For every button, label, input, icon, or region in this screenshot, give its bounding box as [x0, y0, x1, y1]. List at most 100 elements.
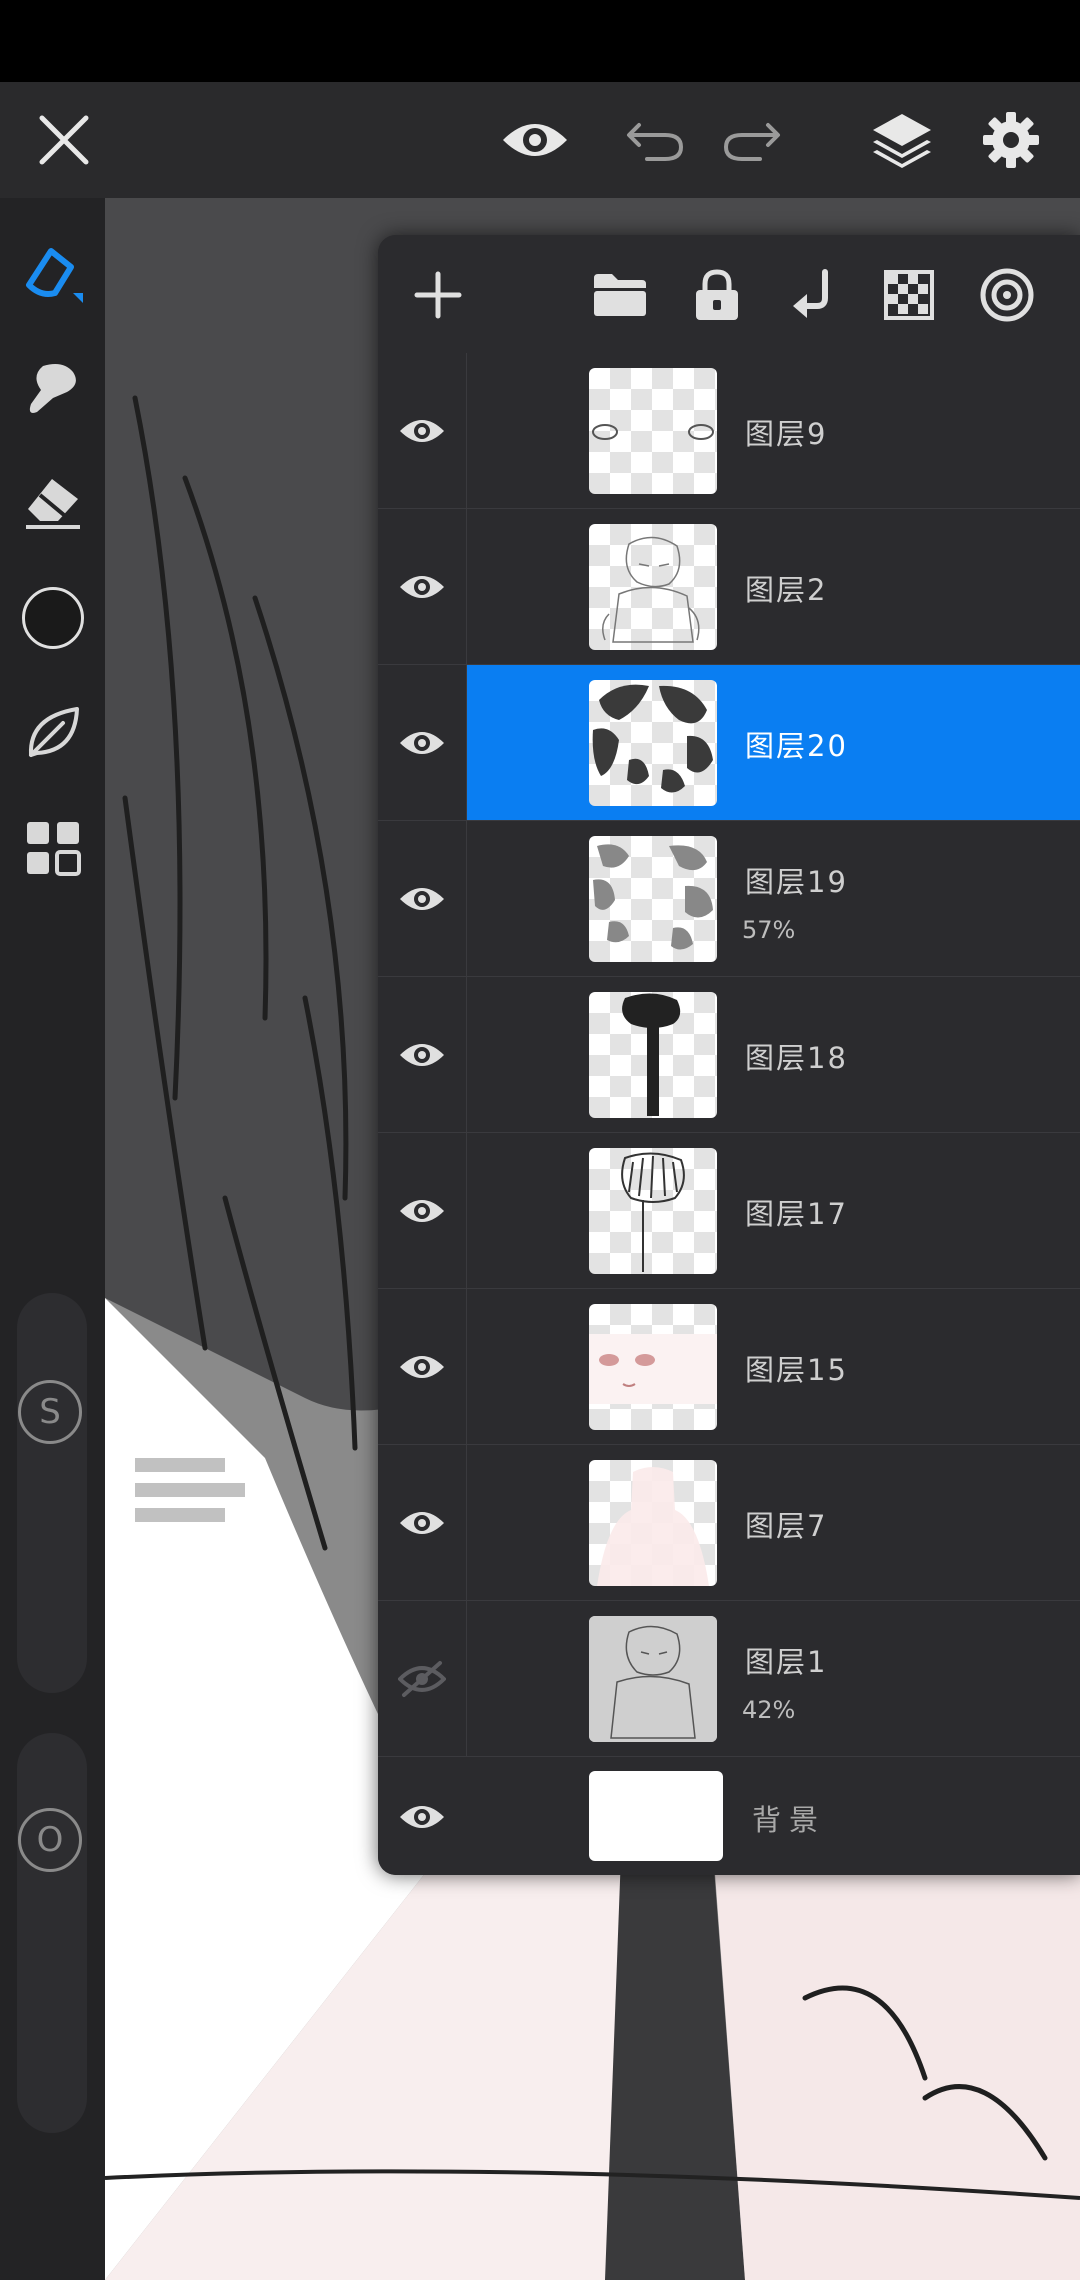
preview-button[interactable]: [485, 82, 585, 198]
layer-visibility-toggle[interactable]: [378, 821, 467, 976]
eye-icon: [400, 419, 444, 442]
brush-size-slider[interactable]: [17, 1293, 87, 1693]
layer-thumbnail: [589, 1460, 717, 1586]
undo-button[interactable]: [605, 82, 705, 198]
eye-icon: [400, 1199, 444, 1222]
brush-size-label: S: [18, 1380, 82, 1444]
layer-name: 图层7: [745, 1509, 828, 1543]
layer-thumbnail: [589, 1148, 717, 1274]
settings-button[interactable]: [961, 82, 1061, 198]
layer-mode-button[interactable]: [965, 253, 1049, 337]
eye-icon: [400, 731, 444, 754]
layer-row: 图层2: [378, 509, 1080, 665]
layer-row: 图层1 42%: [378, 1601, 1080, 1757]
layer-row: 图层19 57%: [378, 821, 1080, 977]
lock-icon: [696, 269, 738, 320]
undo-icon: [627, 123, 684, 161]
eye-icon: [400, 887, 444, 910]
transparency-lock-button[interactable]: [867, 253, 951, 337]
layer-name: 图层9: [745, 417, 828, 451]
layer-visibility-toggle[interactable]: [378, 509, 467, 664]
close-button[interactable]: [14, 82, 114, 198]
layer-visibility-toggle[interactable]: [378, 1445, 467, 1600]
target-icon: [980, 268, 1034, 322]
merge-down-button[interactable]: [771, 253, 855, 337]
eraser-icon: [25, 479, 80, 529]
layer-row: 图层15: [378, 1289, 1080, 1445]
layer-row: 图层9: [378, 353, 1080, 509]
layer-visibility-toggle[interactable]: [378, 353, 467, 508]
layer-opacity: 42%: [742, 1696, 796, 1724]
layer-name: 图层1: [745, 1645, 828, 1679]
layer-visibility-toggle[interactable]: [378, 665, 467, 820]
eye-off-icon: [398, 1660, 446, 1697]
layer-panel-toolbar: [378, 235, 1080, 353]
layers-icon: [873, 114, 931, 168]
layer-select-area[interactable]: 图层19 57%: [467, 821, 1080, 976]
close-icon: [39, 115, 89, 165]
lock-button[interactable]: [675, 253, 759, 337]
layer-row-active: 图层20: [378, 665, 1080, 821]
layer-name: 图层17: [745, 1197, 848, 1231]
plus-icon: [414, 271, 462, 319]
layer-thumbnail: [589, 992, 717, 1118]
layer-panel: 图层9 图层2 图层20 图层19 57% 图层18 图层17 图层15 图层7…: [378, 235, 1080, 1875]
layer-thumbnail: [589, 680, 717, 806]
layer-select-area[interactable]: 图层9: [467, 353, 1080, 508]
background-layer-name: 背景: [752, 1803, 827, 1837]
color-picker[interactable]: [0, 568, 105, 668]
layer-visibility-toggle[interactable]: [378, 1601, 467, 1756]
top-toolbar: [0, 82, 1080, 198]
layer-select-area[interactable]: 图层18: [467, 977, 1080, 1132]
layer-select-area[interactable]: 图层2: [467, 509, 1080, 664]
layer-thumbnail: [589, 368, 717, 494]
brush-opacity-slider[interactable]: [17, 1733, 87, 2133]
layer-name: 图层2: [745, 573, 828, 607]
background-layer-row: 背景: [378, 1757, 1080, 1875]
background-visibility-toggle[interactable]: [378, 1757, 466, 1875]
layer-name: 图层15: [745, 1353, 848, 1387]
folder-icon: [594, 274, 646, 316]
smudge-tool[interactable]: [0, 338, 105, 438]
layer-thumbnail: [589, 1304, 717, 1430]
pen-icon: [25, 248, 83, 303]
eye-icon: [503, 124, 567, 156]
layer-select-area[interactable]: 图层15: [467, 1289, 1080, 1444]
redo-button[interactable]: [702, 82, 802, 198]
layer-thumbnail: [589, 836, 717, 962]
eye-icon: [400, 1043, 444, 1066]
eraser-tool[interactable]: [0, 453, 105, 553]
layer-opacity: 57%: [742, 916, 796, 944]
layer-thumbnail: [589, 1616, 717, 1742]
merge-down-icon: [793, 269, 828, 318]
layer-select-area[interactable]: 图层1 42%: [467, 1601, 1080, 1756]
layer-name: 图层20: [745, 729, 848, 763]
pen-tool[interactable]: [0, 223, 105, 323]
grid-tool[interactable]: [0, 798, 105, 898]
eye-icon: [400, 1511, 444, 1534]
leaf-tool[interactable]: [0, 683, 105, 783]
layer-select-area[interactable]: 图层7: [467, 1445, 1080, 1600]
eye-icon: [400, 575, 444, 598]
layer-thumbnail: [589, 524, 717, 650]
layer-visibility-toggle[interactable]: [378, 1133, 467, 1288]
layer-list: 图层9 图层2 图层20 图层19 57% 图层18 图层17 图层15 图层7…: [378, 353, 1080, 1875]
folder-button[interactable]: [578, 253, 662, 337]
layer-name: 图层19: [745, 865, 848, 899]
layer-select-area[interactable]: 图层17: [467, 1133, 1080, 1288]
tool-sidebar: S O: [0, 198, 105, 2280]
layer-row: 图层7: [378, 1445, 1080, 1601]
eye-icon: [400, 1355, 444, 1378]
layer-select-area[interactable]: 图层20: [467, 665, 1080, 820]
status-bar: [0, 0, 1080, 82]
checker-icon: [884, 270, 934, 320]
background-select-area[interactable]: 背景: [467, 1757, 1080, 1875]
layers-button[interactable]: [852, 82, 952, 198]
layer-visibility-toggle[interactable]: [378, 1289, 467, 1444]
add-layer-button[interactable]: [396, 253, 480, 337]
layer-name: 图层18: [745, 1041, 848, 1075]
brush-opacity-label: O: [18, 1808, 82, 1872]
layer-visibility-toggle[interactable]: [378, 977, 467, 1132]
layer-row: 图层18: [378, 977, 1080, 1133]
gear-icon: [983, 112, 1039, 168]
